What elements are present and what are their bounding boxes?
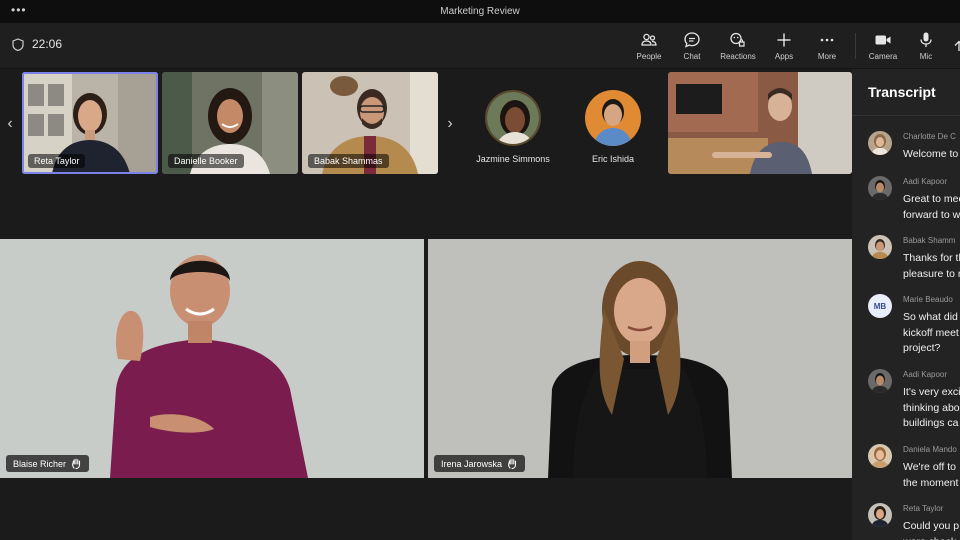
- message-text: Great to mee forward to w: [903, 193, 960, 221]
- microphone-icon: [920, 32, 932, 47]
- speaker-name: Reta Taylor: [903, 504, 944, 513]
- avatar: [868, 503, 892, 527]
- chat-label: Chat: [683, 52, 701, 61]
- participant-tile-danielle[interactable]: Danielle Booker: [162, 72, 298, 174]
- participant-tile-jazmine[interactable]: Jazmine Simmons: [463, 72, 563, 174]
- avatar: [485, 90, 541, 146]
- transcript-panel: Transcript Charlotte De C Welcome to Aad…: [852, 69, 960, 540]
- speaker-name: Daniela Mando: [903, 445, 957, 454]
- reactions-label: Reactions: [720, 52, 756, 61]
- avatar: [585, 90, 641, 146]
- reactions-icon: [730, 32, 745, 47]
- participant-name-tag: Blaise Richer: [6, 455, 90, 472]
- video-feed: [428, 239, 852, 478]
- strip-next-button[interactable]: ›: [440, 69, 460, 179]
- meeting-time: 22:06: [32, 37, 63, 51]
- more-label: More: [817, 52, 837, 61]
- speaker-name: Charlotte De C: [903, 132, 956, 141]
- participant-name: Eric Ishida: [591, 154, 635, 164]
- avatar: [868, 444, 892, 468]
- people-icon: [641, 33, 657, 46]
- avatar: [868, 176, 892, 200]
- raised-hand-icon: [508, 458, 517, 469]
- people-button[interactable]: People: [627, 29, 671, 65]
- video-feed: [0, 239, 424, 478]
- toolbar-divider: [855, 33, 856, 59]
- participant-tile-babak[interactable]: Babak Shammas: [302, 72, 438, 174]
- message-text: Welcome to: [903, 148, 959, 160]
- strip-prev-button[interactable]: ‹: [0, 69, 20, 179]
- more-icon: [820, 38, 834, 42]
- camera-button[interactable]: Camera: [861, 29, 905, 65]
- chevron-left-icon: ‹: [7, 115, 13, 132]
- meeting-timer: 22:06: [12, 37, 62, 51]
- participant-tile-eric[interactable]: Eric Ishida: [563, 72, 663, 174]
- message-text: Thanks for th pleasure to n: [903, 252, 960, 280]
- chat-button[interactable]: Chat: [670, 29, 714, 65]
- message-text: Could you p were check: [903, 520, 960, 540]
- message-text: So what did kickoff meet project?: [903, 311, 959, 354]
- apps-button[interactable]: Apps: [762, 29, 806, 65]
- participant-tile-reta[interactable]: Reta Taylor: [22, 72, 158, 174]
- camera-icon: [875, 35, 891, 45]
- speaker-name: Babak Shamm: [903, 236, 956, 245]
- avatar-initials: MB: [873, 301, 887, 311]
- participant-name: Babak Shammas: [308, 154, 389, 168]
- participant-name-tag: Irena Jarowska: [434, 455, 526, 472]
- participant-strip: ‹ Reta Taylor Danielle Booker Babak Sham…: [0, 69, 852, 179]
- reactions-button[interactable]: Reactions: [716, 29, 760, 65]
- more-button[interactable]: More: [805, 29, 849, 65]
- transcript-divider: [852, 115, 960, 116]
- mic-button[interactable]: Mic: [904, 29, 948, 65]
- plus-icon: [777, 33, 791, 47]
- chevron-right-icon: ›: [447, 115, 453, 132]
- avatar: [868, 131, 892, 155]
- chat-icon: [684, 32, 700, 48]
- speaker-name: Marie Beaudo: [903, 295, 953, 304]
- share-button-partial[interactable]: [950, 37, 960, 55]
- speaker-name: Aadi Kapoor: [903, 177, 948, 186]
- transcript-title: Transcript: [868, 84, 936, 100]
- raised-hand-icon: [72, 458, 81, 469]
- participant-name: Blaise Richer: [13, 458, 67, 469]
- avatar: MB: [868, 294, 892, 318]
- participant-name: Jazmine Simmons: [476, 154, 550, 164]
- apps-label: Apps: [774, 52, 794, 61]
- participant-name: Reta Taylor: [28, 154, 86, 168]
- participant-tile-room[interactable]: [668, 72, 852, 174]
- message-text: It's very exci thinking abo buildings ca: [903, 386, 960, 429]
- share-icon: [954, 40, 960, 51]
- message-text: We're off to the moment: [903, 461, 959, 489]
- video-feed: [668, 72, 852, 174]
- participant-name: Irena Jarowska: [441, 458, 503, 469]
- meeting-toolbar: 22:06 People Chat Reactions Apps More Ca…: [0, 23, 960, 69]
- window-title: Marketing Review: [440, 6, 520, 17]
- shield-icon: [12, 37, 24, 51]
- avatar: [868, 235, 892, 259]
- stage-video-irena[interactable]: Irena Jarowska: [428, 239, 852, 478]
- avatar: [868, 369, 892, 393]
- app-menu-icon[interactable]: •••: [11, 3, 27, 17]
- people-label: People: [636, 52, 662, 61]
- mic-label: Mic: [919, 52, 933, 61]
- speaker-name: Aadi Kapoor: [903, 370, 948, 379]
- title-bar: ••• Marketing Review: [0, 0, 960, 23]
- stage-video-blaise[interactable]: Blaise Richer: [0, 239, 424, 478]
- participant-name: Danielle Booker: [168, 154, 244, 168]
- camera-label: Camera: [868, 52, 898, 61]
